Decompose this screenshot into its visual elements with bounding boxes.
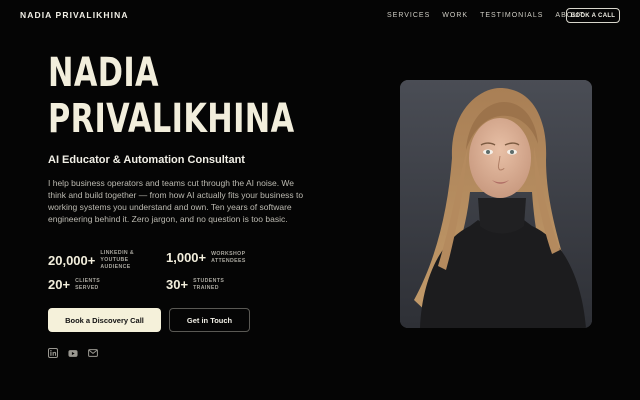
social-links [48,348,108,358]
stat-value: 20,000+ [48,252,96,268]
hero-title-line-2: PRIVALIKHINA [48,96,295,142]
stat-attendees: 1,000+ WORKSHOP ATTENDEES [166,250,253,265]
hero-title-line-1: NADIA [48,50,159,96]
hero-subtitle: AI Educator & Automation Consultant [48,154,245,166]
linkedin-icon[interactable] [48,348,58,358]
portrait-photo [400,80,592,328]
stat-label: CLIENTS SERVED [75,277,101,291]
nav-link-work[interactable]: WORK [442,11,468,20]
stat-value: 30+ [166,277,189,292]
stat-audience: 20,000+ LINKEDIN & YOUTUBE AUDIENCE [48,250,142,270]
book-discovery-call-button[interactable]: Book a Discovery Call [48,308,161,332]
youtube-icon[interactable] [68,348,78,358]
hero-bio: I help business operators and teams cut … [48,178,304,225]
stat-label: STUDENTS TRAINED [193,277,225,291]
nav-link-services[interactable]: SERVICES [387,11,430,20]
stat-label: WORKSHOP ATTENDEES [211,250,246,264]
mail-icon[interactable] [88,348,98,358]
get-in-touch-button[interactable]: Get in Touch [169,308,250,332]
stat-clients: 20+ CLIENTS SERVED [48,277,117,292]
stat-students: 30+ STUDENTS TRAINED [166,277,235,292]
book-a-call-button[interactable]: BOOK A CALL [566,8,620,23]
hero-title: NADIA PRIVALIKHINA [48,50,295,142]
stat-value: 20+ [48,277,71,292]
stat-label: LINKEDIN & YOUTUBE AUDIENCE [100,250,135,270]
nav-link-testimonials[interactable]: TESTIMONIALS [480,11,543,20]
stat-value: 1,000+ [166,250,207,265]
site-logo[interactable]: NADIA PRIVALIKHINA [20,10,129,20]
